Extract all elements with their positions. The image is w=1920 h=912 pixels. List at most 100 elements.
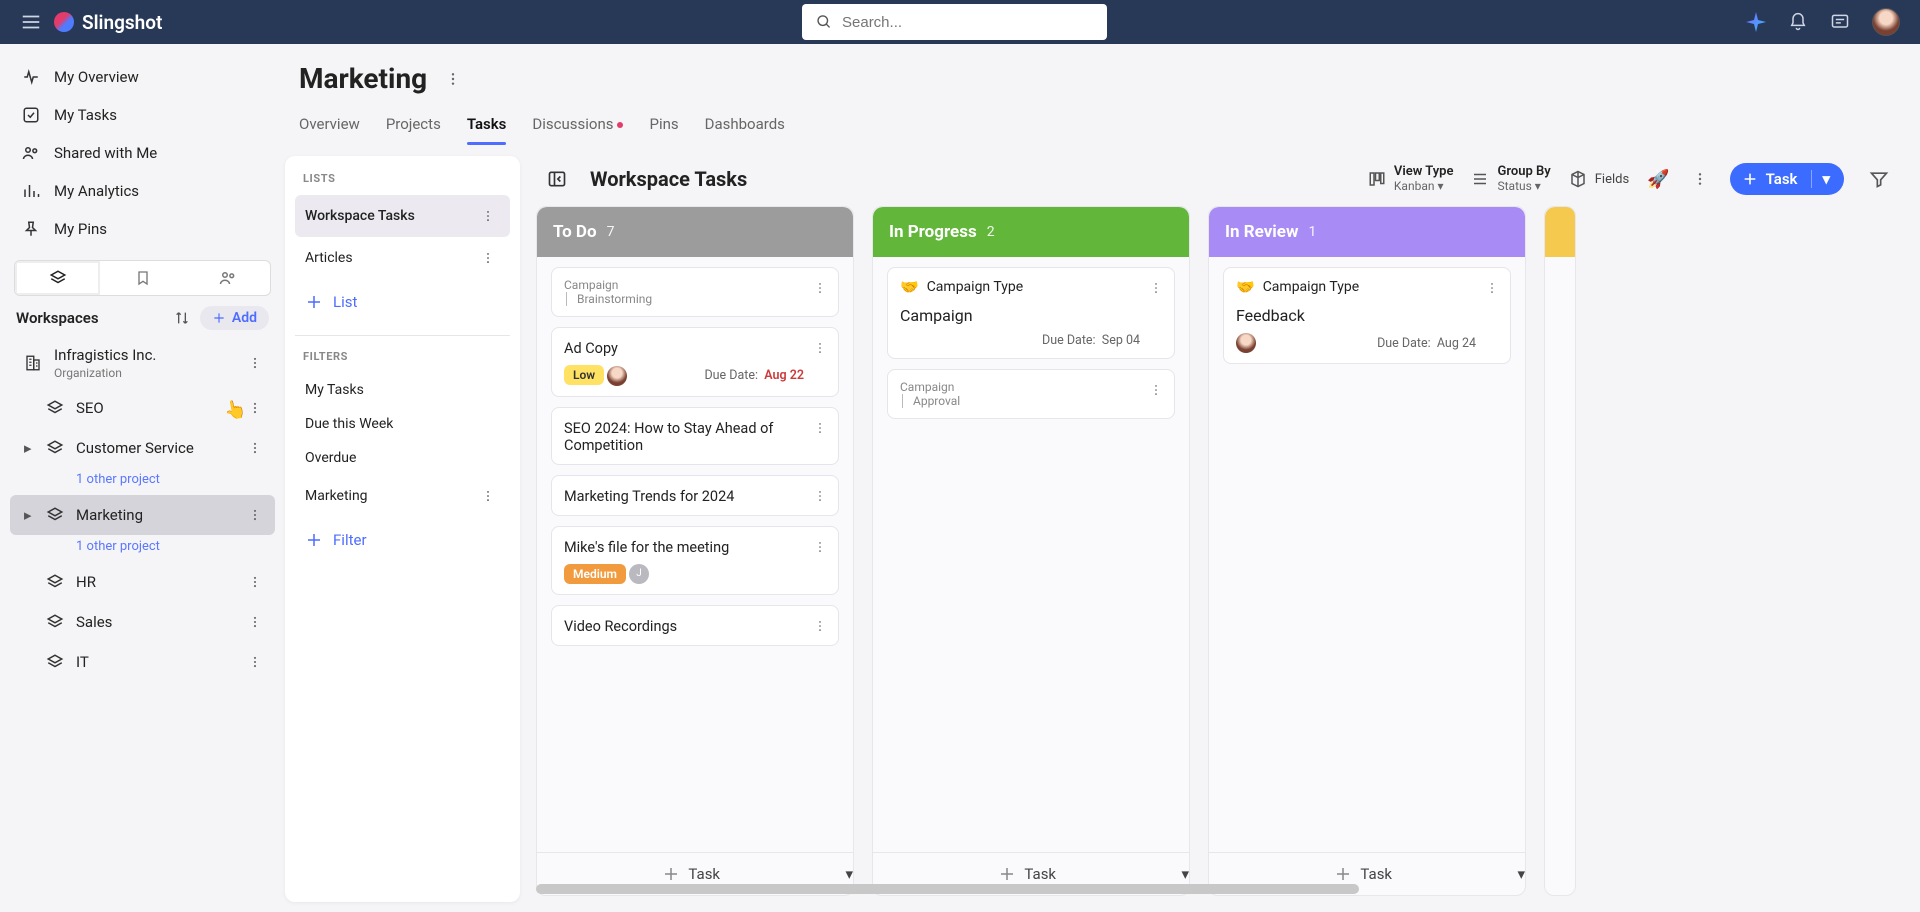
tab-discussions[interactable]: Discussions bbox=[532, 107, 623, 145]
horizontal-scrollbar[interactable] bbox=[534, 884, 1906, 896]
comments-icon[interactable] bbox=[1830, 12, 1850, 32]
list-item[interactable]: Workspace Tasks bbox=[295, 195, 510, 237]
card-more-icon[interactable] bbox=[1480, 276, 1504, 300]
card-more-icon[interactable] bbox=[1144, 276, 1168, 300]
global-search[interactable] bbox=[802, 4, 1107, 40]
tab-projects[interactable]: Projects bbox=[386, 107, 441, 145]
due-date: Due Date: Aug 24 bbox=[1377, 336, 1476, 351]
nav-item-label: Shared with Me bbox=[54, 144, 157, 162]
task-card[interactable]: 🤝Campaign TypeCampaignDue Date: Sep 04 bbox=[887, 267, 1175, 359]
filter-item[interactable]: My Tasks bbox=[295, 373, 510, 407]
pill-bookmarks[interactable] bbox=[100, 261, 185, 295]
workspace-row[interactable]: Sales bbox=[10, 602, 275, 642]
workspace-row[interactable]: ▸ Marketing bbox=[10, 495, 275, 535]
group-by-selector[interactable]: Group ByStatus ▾ bbox=[1471, 165, 1550, 192]
add-list-label: List bbox=[333, 293, 357, 311]
card-more-icon[interactable] bbox=[808, 336, 832, 360]
nav-item[interactable]: My Overview bbox=[10, 58, 275, 96]
workspace-row[interactable]: IT bbox=[10, 642, 275, 682]
filter-item[interactable]: Overdue bbox=[295, 441, 510, 475]
nav-item[interactable]: My Pins bbox=[10, 210, 275, 248]
layers-icon bbox=[46, 439, 64, 457]
add-list-button[interactable]: List bbox=[295, 283, 510, 321]
new-task-button[interactable]: Task ▾ bbox=[1730, 163, 1844, 195]
task-card[interactable]: 🤝Campaign TypeFeedbackDue Date: Aug 24 bbox=[1223, 267, 1511, 364]
task-card[interactable]: Mike's file for the meetingMedium J bbox=[551, 526, 839, 596]
list-item[interactable]: Articles bbox=[295, 237, 510, 279]
task-card[interactable]: CampaignBrainstorming bbox=[551, 267, 839, 317]
list-item-label: Articles bbox=[305, 250, 353, 266]
workspace-row[interactable]: ▸ Customer Service bbox=[10, 428, 275, 468]
pill-workspaces[interactable] bbox=[15, 261, 100, 295]
fields-button[interactable]: Fields bbox=[1569, 170, 1629, 188]
filter-item[interactable]: Marketing bbox=[295, 475, 510, 517]
layers-icon bbox=[46, 573, 64, 591]
task-card[interactable]: Ad CopyLow Due Date: Aug 22 bbox=[551, 327, 839, 397]
sort-workspaces-icon[interactable] bbox=[174, 310, 190, 326]
board-more-icon[interactable] bbox=[1688, 167, 1712, 191]
handshake-icon: 🤝 bbox=[1236, 278, 1255, 296]
workspace-label: IT bbox=[76, 653, 89, 671]
org-row[interactable]: Infragistics Inc. Organization bbox=[10, 338, 275, 388]
filter-item[interactable]: Due this Week bbox=[295, 407, 510, 441]
org-sub: Organization bbox=[54, 366, 156, 380]
card-more-icon[interactable] bbox=[808, 535, 832, 559]
row-more-icon[interactable] bbox=[243, 610, 267, 634]
card-more-icon[interactable] bbox=[808, 276, 832, 300]
hamburger-icon[interactable] bbox=[20, 11, 42, 33]
pill-teams[interactable] bbox=[185, 261, 270, 295]
layers-icon bbox=[46, 506, 64, 524]
ai-sparkle-icon[interactable] bbox=[1746, 12, 1766, 32]
task-card[interactable]: SEO 2024: How to Stay Ahead of Competiti… bbox=[551, 407, 839, 465]
workspace-label: Customer Service bbox=[76, 439, 194, 457]
nav-item[interactable]: My Analytics bbox=[10, 172, 275, 210]
card-more-icon[interactable] bbox=[1144, 378, 1168, 402]
user-avatar[interactable] bbox=[1872, 8, 1900, 36]
rocket-icon[interactable]: 🚀 bbox=[1647, 169, 1669, 190]
tab-overview[interactable]: Overview bbox=[299, 107, 360, 145]
column-name: In Review bbox=[1225, 222, 1298, 242]
card-title: Video Recordings bbox=[564, 618, 804, 635]
org-name: Infragistics Inc. bbox=[54, 346, 156, 364]
row-more-icon[interactable] bbox=[243, 650, 267, 674]
collapse-panel-icon[interactable] bbox=[540, 162, 574, 196]
search-input[interactable] bbox=[842, 14, 1093, 31]
row-more-icon[interactable] bbox=[243, 570, 267, 594]
page-more-icon[interactable] bbox=[441, 67, 465, 91]
add-task-label: Task bbox=[688, 865, 720, 883]
card-more-icon[interactable] bbox=[808, 416, 832, 440]
workspace-sub-link[interactable]: 1 other project bbox=[10, 535, 275, 562]
check-icon bbox=[22, 106, 40, 124]
add-filter-button[interactable]: Filter bbox=[295, 521, 510, 559]
nav-item[interactable]: My Tasks bbox=[10, 96, 275, 134]
nav-item-label: My Analytics bbox=[54, 182, 139, 200]
chevron-down-icon[interactable]: ▾ bbox=[1811, 170, 1830, 188]
view-type-selector[interactable]: View TypeKanban ▾ bbox=[1368, 165, 1454, 192]
card-more-icon[interactable] bbox=[808, 614, 832, 638]
nav-item[interactable]: Shared with Me bbox=[10, 134, 275, 172]
handshake-icon: 🤝 bbox=[900, 278, 919, 296]
workspace-row[interactable]: SEO bbox=[10, 388, 275, 428]
task-card[interactable]: Marketing Trends for 2024 bbox=[551, 475, 839, 516]
task-card[interactable]: Video Recordings bbox=[551, 605, 839, 646]
card-more-icon[interactable] bbox=[808, 484, 832, 508]
row-more-icon[interactable] bbox=[243, 396, 267, 420]
add-workspace-button[interactable]: Add bbox=[200, 306, 269, 330]
row-more-icon[interactable] bbox=[243, 436, 267, 460]
workspace-row[interactable]: HR bbox=[10, 562, 275, 602]
layers-icon bbox=[49, 269, 67, 287]
task-card[interactable]: CampaignApproval bbox=[887, 369, 1175, 419]
row-more-icon[interactable] bbox=[243, 503, 267, 527]
list-more-icon[interactable] bbox=[476, 246, 500, 270]
list-more-icon[interactable] bbox=[476, 204, 500, 228]
tab-tasks[interactable]: Tasks bbox=[467, 107, 507, 145]
notifications-icon[interactable] bbox=[1788, 12, 1808, 32]
row-more-icon[interactable] bbox=[243, 351, 267, 375]
workspace-sub-link[interactable]: 1 other project bbox=[10, 468, 275, 495]
filter-icon[interactable] bbox=[1862, 162, 1896, 196]
tab-pins[interactable]: Pins bbox=[649, 107, 678, 145]
filter-more-icon[interactable] bbox=[476, 484, 500, 508]
lists-panel: LISTS Workspace Tasks Articles List FILT… bbox=[285, 156, 520, 902]
assignee-avatar bbox=[1236, 333, 1256, 353]
tab-dashboards[interactable]: Dashboards bbox=[705, 107, 785, 145]
